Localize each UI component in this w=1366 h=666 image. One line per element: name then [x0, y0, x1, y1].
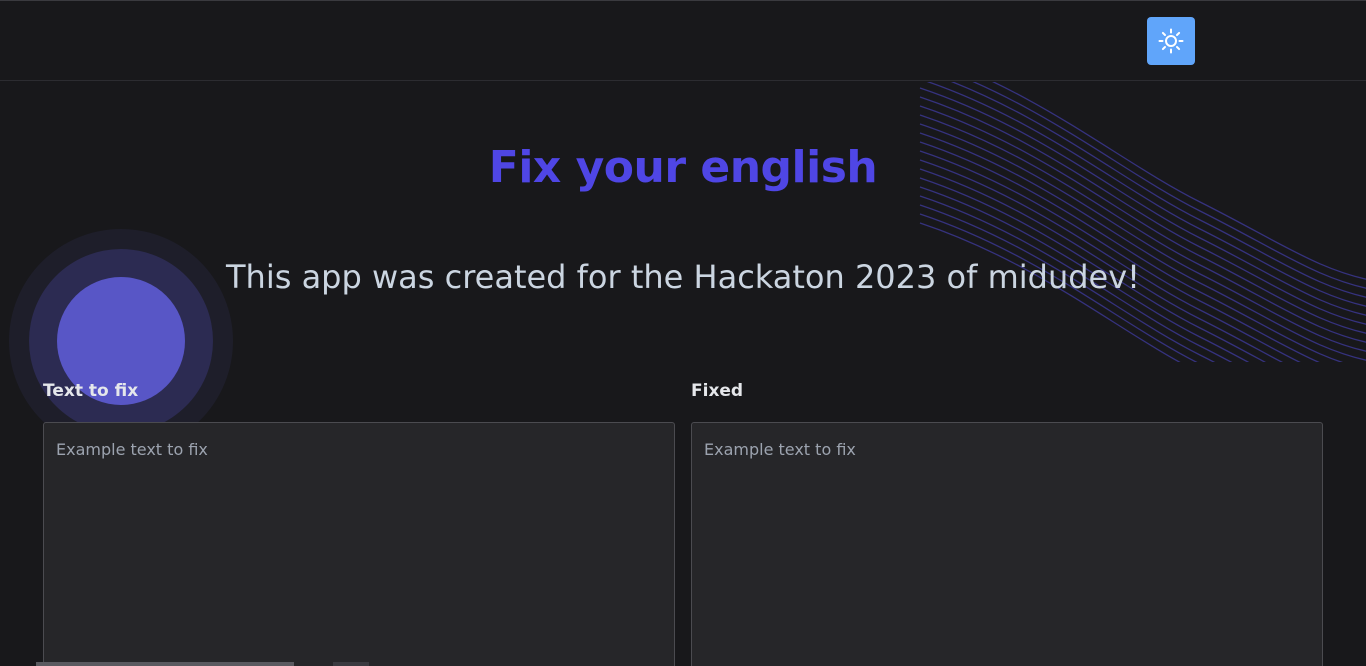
page-title: Fix your english: [488, 142, 878, 193]
sun-icon: [1158, 28, 1184, 54]
input-label: Text to fix: [43, 381, 139, 401]
page-subtitle: This app was created for the Hackaton 20…: [226, 258, 1140, 296]
decorative-waves: [919, 82, 1366, 362]
fixed-text-output[interactable]: [691, 422, 1323, 666]
wave-line: [919, 105, 1366, 334]
output-label: Fixed: [691, 381, 744, 401]
page: Fix your english This app was created fo…: [0, 0, 1366, 666]
scrollbar-thumb[interactable]: [36, 662, 294, 666]
header: [0, 1, 1366, 81]
theme-toggle-button[interactable]: [1147, 17, 1195, 65]
text-to-fix-input[interactable]: [43, 422, 675, 666]
scrollbar-segment: [333, 662, 369, 666]
